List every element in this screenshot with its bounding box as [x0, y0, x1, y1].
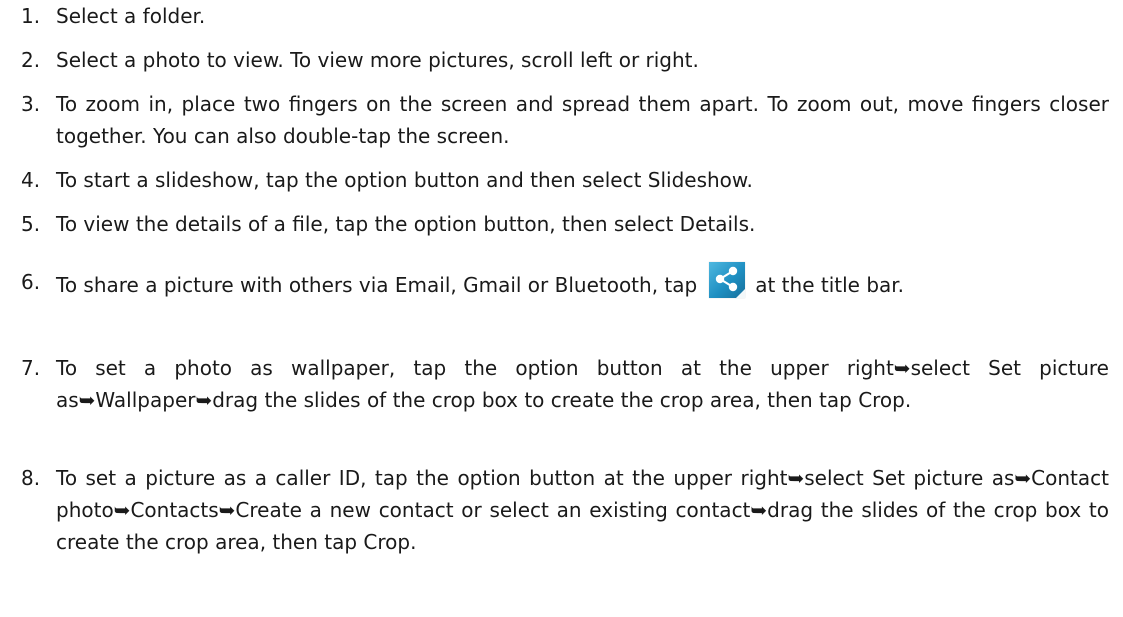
list-item-number: 1.	[21, 4, 41, 28]
list-item-number: 2.	[21, 48, 41, 72]
list-item-text: To set a picture as a caller ID, tap the…	[56, 466, 1109, 554]
list-item-text: Select a folder.	[56, 4, 206, 28]
list-item-6: 6. To share a picture with others via Em…	[0, 262, 1123, 305]
list-item-text: To zoom in, place two fingers on the scr…	[56, 92, 1109, 148]
list-item-number: 7.	[21, 356, 41, 380]
list-item-7: 7. To set a photo as wallpaper, tap the …	[0, 352, 1123, 416]
share-icon	[709, 262, 746, 298]
list-item-1: 1. Select a folder.	[0, 0, 1123, 32]
list-item-text: To view the details of a file, tap the o…	[56, 212, 756, 236]
list-item-text: To set a photo as wallpaper, tap the opt…	[56, 356, 1109, 412]
list-item-2: 2. Select a photo to view. To view more …	[0, 44, 1123, 76]
list-item-8: 8. To set a picture as a caller ID, tap …	[0, 462, 1123, 558]
list-item-text-before: To share a picture with others via Email…	[56, 273, 698, 297]
list-item-text: Select a photo to view. To view more pic…	[56, 48, 699, 72]
list-item-text-after: at the title bar.	[755, 273, 905, 297]
list-item-number: 5.	[21, 212, 41, 236]
list-item-5: 5. To view the details of a file, tap th…	[0, 208, 1123, 240]
list-item-text: To start a slideshow, tap the option but…	[56, 168, 753, 192]
list-item-number: 8.	[21, 466, 41, 490]
list-item-3: 3. To zoom in, place two fingers on the …	[0, 88, 1123, 152]
list-item-number: 6.	[21, 270, 41, 294]
list-item-number: 4.	[21, 168, 41, 192]
list-item-4: 4. To start a slideshow, tap the option …	[0, 164, 1123, 196]
list-item-number: 3.	[21, 92, 41, 116]
